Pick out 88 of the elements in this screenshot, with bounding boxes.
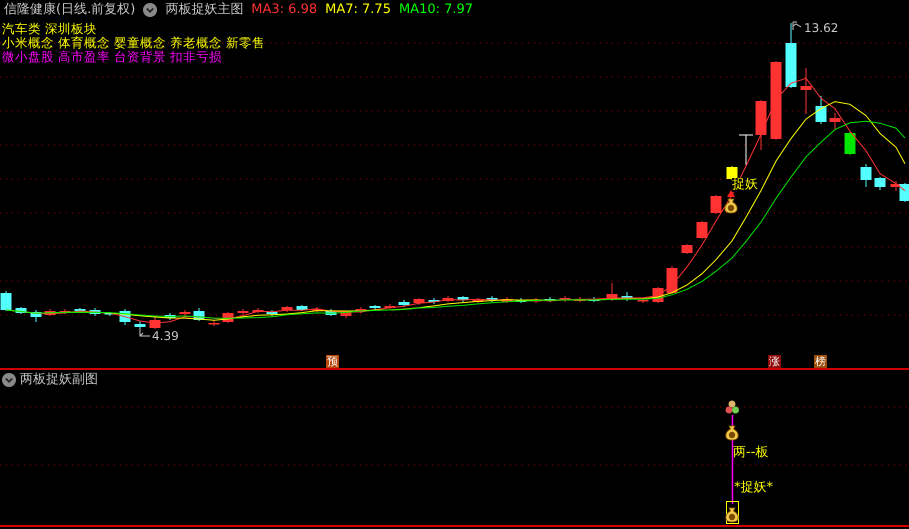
- concept-tag: 汽车类: [2, 22, 41, 36]
- stock-title: 信隆健康(日线.前复权): [4, 1, 136, 19]
- candlestick: [414, 298, 424, 306]
- candlestick: [638, 298, 648, 304]
- indicator-name[interactable]: 两板捉妖主图: [165, 0, 244, 20]
- candlestick: [104, 312, 116, 316]
- concept-tag: 体育概念: [58, 36, 110, 50]
- candlestick: [428, 298, 440, 304]
- candlestick: [398, 300, 410, 308]
- candlestick: [502, 296, 512, 304]
- candlestick: [296, 304, 308, 312]
- dropdown-chevron-icon[interactable]: [143, 3, 158, 17]
- candlestick: [516, 298, 526, 304]
- candlestick: [180, 310, 190, 316]
- candlestick: [90, 308, 100, 316]
- concept-tag: 扣非亏损: [170, 50, 222, 64]
- candlestick: [486, 296, 498, 302]
- concept-tag: 台资背景: [114, 50, 166, 64]
- candlestick: [340, 310, 352, 318]
- candlestick: [786, 22, 796, 88]
- candlestick: [574, 296, 586, 302]
- candlestick: [164, 312, 176, 320]
- candlestick: [60, 308, 70, 314]
- moving-average-value: MA3: 6.98: [251, 1, 318, 19]
- candlestick: [16, 306, 26, 314]
- candlestick: [282, 306, 292, 312]
- candlestick: [312, 306, 322, 312]
- candlestick: [44, 308, 56, 316]
- signal-label: *捉妖*: [734, 481, 773, 495]
- leader-line: [140, 328, 150, 336]
- candlestick: [588, 296, 600, 302]
- candlestick: [666, 266, 678, 294]
- candlestick: [800, 68, 812, 114]
- candlestick: [266, 310, 278, 316]
- candlestick: [370, 304, 380, 310]
- candlestick: [252, 308, 264, 314]
- concept-tag: 新零售: [226, 36, 265, 50]
- candlestick: [696, 220, 708, 240]
- price-label: 13.62: [804, 21, 838, 35]
- candlestick: [356, 306, 366, 314]
- candlestick: [560, 296, 570, 302]
- candlestick: [0, 290, 12, 312]
- leader-line: [792, 22, 802, 30]
- concept-tag: 深圳板块: [45, 22, 97, 36]
- price-label: 4.39: [152, 329, 179, 343]
- money-bag-icon: [725, 426, 739, 440]
- candlestick: [74, 308, 86, 314]
- moving-average-value: MA7: 7.75: [325, 1, 391, 19]
- candlestick: [238, 308, 248, 316]
- candlestick: [860, 164, 872, 188]
- candlestick: [30, 310, 42, 322]
- candlestick: [606, 282, 618, 302]
- candlestick: [816, 96, 826, 124]
- candlestick: [756, 100, 766, 150]
- candlestick: [622, 292, 632, 302]
- dropdown-chevron-icon[interactable]: [2, 373, 16, 387]
- candlestick: [458, 296, 468, 302]
- money-bag-icon: [724, 198, 738, 214]
- candlestick: [844, 132, 856, 156]
- money-bag-icon: [725, 508, 739, 522]
- candlestick: [208, 320, 220, 326]
- marker-badge: 预: [326, 355, 339, 368]
- signal-label: 捉妖: [732, 178, 758, 192]
- candlestick: [150, 316, 160, 330]
- candlestick: [472, 298, 484, 304]
- candlestick: [682, 244, 692, 254]
- candlestick: [326, 308, 336, 316]
- candlestick: [194, 308, 204, 322]
- marker-badge: 涨: [768, 355, 781, 368]
- candlestick: [544, 296, 556, 302]
- concept-tag: 微小盘股: [2, 50, 54, 64]
- marker-badge: 榜: [814, 355, 827, 368]
- moving-average-value: MA10: 7.97: [398, 1, 474, 19]
- candlestick: [120, 308, 130, 326]
- concept-tag: 养老概念: [170, 36, 222, 50]
- concept-tag: 小米概念: [2, 36, 54, 50]
- concept-tag: 婴童概念: [114, 36, 166, 50]
- candlestick: [830, 112, 840, 130]
- candlestick: [874, 176, 886, 190]
- concept-tag: 高市盈率: [58, 50, 110, 64]
- candlestick: [710, 194, 722, 214]
- candlestick: [530, 298, 542, 304]
- candlestick: [384, 304, 396, 310]
- candlestick: [442, 296, 454, 302]
- balloons-icon: [726, 400, 739, 414]
- up-arrow-icon: [727, 190, 735, 197]
- signal-label: 两--板: [733, 446, 768, 460]
- indicator-name[interactable]: 两板捉妖副图: [20, 371, 98, 389]
